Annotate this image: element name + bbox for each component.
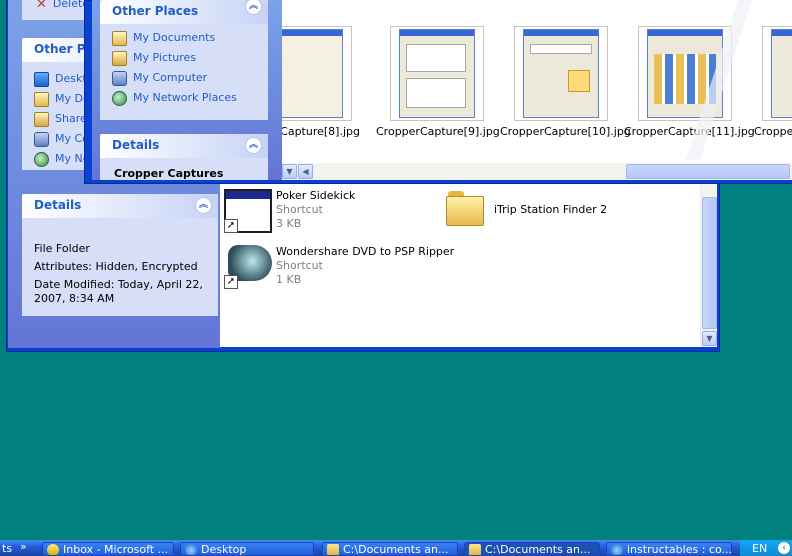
front-place-label: My Documents bbox=[133, 31, 216, 44]
front-other-places-panel: Other Places ︽ My Documents My Pictures M… bbox=[100, 0, 268, 120]
task-delete[interactable]: ✕ Delete bbox=[36, 0, 89, 12]
front-place-label: My Pictures bbox=[133, 51, 197, 64]
network-places-icon bbox=[112, 90, 127, 106]
system-tray: EN ‹ bbox=[740, 540, 792, 556]
shared-documents-icon bbox=[34, 111, 49, 127]
thumbnail-item[interactable] bbox=[390, 26, 484, 121]
network-places-icon bbox=[34, 151, 49, 167]
taskbar-button-instructables[interactable]: instructables : co... bbox=[606, 542, 732, 556]
tray-arrow-icon[interactable]: ‹ bbox=[778, 542, 790, 554]
horizontal-scrollbar[interactable]: ▼ ◀ bbox=[282, 163, 792, 180]
front-place-my-computer[interactable]: My Computer bbox=[112, 70, 207, 86]
collapse-chevron-icon[interactable]: ︽ bbox=[245, 0, 262, 15]
scroll-down-button[interactable]: ▼ bbox=[282, 164, 297, 179]
file-name-wondershare[interactable]: Wondershare DVD to PSP Ripper bbox=[276, 245, 454, 258]
thumbnail-caption[interactable]: CropperCapture[10].jpg bbox=[500, 125, 631, 138]
shortcut-arrow-icon: ➚ bbox=[224, 275, 238, 289]
front-place-my-network-places[interactable]: My Network Places bbox=[112, 90, 237, 106]
back-details-title: Details bbox=[34, 198, 82, 212]
taskbar-button-label: Inbox - Microsoft ... bbox=[63, 543, 169, 556]
taskbar-button-label: C:\Documents an... bbox=[485, 543, 591, 556]
front-place-my-pictures[interactable]: My Pictures bbox=[112, 50, 196, 66]
thumbnail-item[interactable] bbox=[514, 26, 608, 121]
file-item[interactable]: ➚ bbox=[224, 189, 272, 233]
thumbnail-caption[interactable]: CropperCapture[9].jpg bbox=[376, 125, 500, 138]
my-computer-icon bbox=[112, 70, 127, 86]
collapse-chevron-icon[interactable]: ︽ bbox=[245, 137, 262, 154]
start-button-fragment[interactable]: ts bbox=[2, 542, 12, 556]
collapse-chevron-icon[interactable]: ︽ bbox=[195, 197, 212, 214]
file-size: 3 KB bbox=[276, 217, 302, 230]
details-type: File Folder bbox=[34, 242, 90, 255]
language-indicator[interactable]: EN bbox=[752, 542, 767, 556]
file-item[interactable]: ➚ bbox=[224, 245, 274, 289]
taskbar-button-label: C:\Documents an... bbox=[343, 543, 449, 556]
back-file-list: ➚ Poker Sidekick Shortcut 3 KB iTrip Sta… bbox=[220, 183, 717, 347]
folder-icon bbox=[469, 544, 481, 555]
taskbar-button-label: Desktop bbox=[201, 543, 247, 556]
folder-icon bbox=[327, 544, 339, 555]
scroll-down-button[interactable]: ▼ bbox=[702, 331, 717, 346]
quicklaunch-chevron-icon[interactable]: » bbox=[20, 540, 27, 553]
scroll-left-button[interactable]: ◀ bbox=[298, 164, 313, 179]
file-type: Shortcut bbox=[276, 203, 323, 216]
front-task-pane: Other Places ︽ My Documents My Pictures M… bbox=[92, 0, 296, 180]
file-type: Shortcut bbox=[276, 259, 323, 272]
taskbar-button-folder-1[interactable]: C:\Documents an... bbox=[322, 542, 458, 556]
taskbar: ts » Inbox - Microsoft ... Desktop C:\Do… bbox=[0, 540, 792, 556]
thumbnail-caption[interactable]: Capture[8].jpg bbox=[282, 125, 360, 138]
taskbar-button-inbox[interactable]: Inbox - Microsoft ... bbox=[42, 542, 174, 556]
folder-icon[interactable] bbox=[446, 191, 484, 227]
thumbnail-view: Capture[8].jpg CropperCapture[9].jpg Cro… bbox=[282, 0, 792, 163]
front-details-title: Details bbox=[112, 138, 160, 152]
back-details-header[interactable]: Details ︽ bbox=[22, 194, 218, 218]
mail-icon bbox=[47, 544, 59, 555]
scroll-thumb[interactable] bbox=[702, 197, 717, 329]
back-vertical-scrollbar[interactable]: ▼ bbox=[700, 183, 717, 347]
file-size: 1 KB bbox=[276, 273, 302, 286]
front-place-label: My Computer bbox=[133, 71, 208, 84]
my-documents-icon bbox=[34, 91, 49, 107]
file-name-poker-sidekick[interactable]: Poker Sidekick bbox=[276, 189, 355, 202]
internet-explorer-icon bbox=[611, 544, 623, 555]
delete-x-icon: ✕ bbox=[36, 0, 47, 12]
shortcut-arrow-icon: ➚ bbox=[224, 219, 238, 233]
back-details-panel: Details ︽ File Folder Attributes: Hidden,… bbox=[22, 194, 218, 316]
taskbar-button-folder-2[interactable]: C:\Documents an... bbox=[464, 542, 600, 556]
details-attributes: Attributes: Hidden, Encrypted bbox=[34, 260, 198, 273]
details-folder-name: Cropper Captures bbox=[114, 167, 224, 180]
taskbar-button-desktop[interactable]: Desktop bbox=[180, 542, 314, 556]
my-documents-icon bbox=[112, 30, 127, 46]
front-other-places-title: Other Places bbox=[112, 4, 199, 18]
scroll-thumb[interactable] bbox=[626, 164, 790, 179]
front-place-my-documents[interactable]: My Documents bbox=[112, 30, 215, 46]
thumbnail-item[interactable] bbox=[282, 26, 352, 121]
desktop-icon bbox=[185, 544, 197, 555]
file-name-itrip[interactable]: iTrip Station Finder 2 bbox=[494, 203, 607, 216]
my-pictures-icon bbox=[112, 50, 127, 66]
my-computer-icon bbox=[34, 131, 49, 147]
desktop-icon bbox=[34, 71, 49, 87]
front-place-label: My Network Places bbox=[133, 91, 237, 104]
front-details-header[interactable]: Details ︽ bbox=[100, 134, 268, 158]
front-details-panel: Details ︽ Cropper Captures bbox=[100, 134, 268, 180]
front-other-places-header[interactable]: Other Places ︽ bbox=[100, 0, 268, 24]
details-modified-line2: 2007, 8:34 AM bbox=[34, 292, 115, 305]
taskbar-button-label: instructables : co... bbox=[627, 543, 732, 556]
